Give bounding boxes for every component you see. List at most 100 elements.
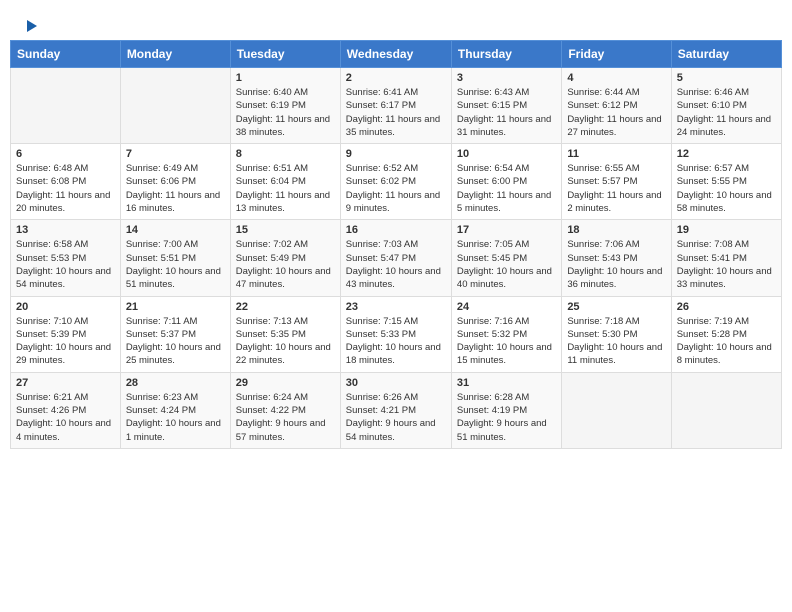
day-number: 15 — [236, 224, 335, 236]
calendar-cell: 2 Sunrise: 6:41 AMSunset: 6:17 PMDayligh… — [340, 68, 451, 144]
calendar-cell: 21 Sunrise: 7:11 AMSunset: 5:37 PMDaylig… — [120, 296, 230, 372]
day-number: 23 — [346, 301, 446, 313]
calendar-cell: 7 Sunrise: 6:49 AMSunset: 6:06 PMDayligh… — [120, 144, 230, 220]
day-number: 3 — [457, 72, 556, 84]
day-number: 19 — [677, 224, 776, 236]
calendar-cell: 8 Sunrise: 6:51 AMSunset: 6:04 PMDayligh… — [230, 144, 340, 220]
day-number: 29 — [236, 377, 335, 389]
day-info: Sunrise: 7:19 AMSunset: 5:28 PMDaylight:… — [677, 315, 776, 368]
day-info: Sunrise: 6:48 AMSunset: 6:08 PMDaylight:… — [16, 162, 115, 215]
day-number: 24 — [457, 301, 556, 313]
calendar-cell: 31 Sunrise: 6:28 AMSunset: 4:19 PMDaylig… — [451, 372, 561, 448]
day-number: 2 — [346, 72, 446, 84]
day-number: 26 — [677, 301, 776, 313]
day-info: Sunrise: 7:15 AMSunset: 5:33 PMDaylight:… — [346, 315, 446, 368]
day-info: Sunrise: 6:40 AMSunset: 6:19 PMDaylight:… — [236, 86, 335, 139]
day-info: Sunrise: 6:23 AMSunset: 4:24 PMDaylight:… — [126, 391, 225, 444]
day-info: Sunrise: 7:13 AMSunset: 5:35 PMDaylight:… — [236, 315, 335, 368]
day-info: Sunrise: 7:02 AMSunset: 5:49 PMDaylight:… — [236, 238, 335, 291]
day-info: Sunrise: 7:08 AMSunset: 5:41 PMDaylight:… — [677, 238, 776, 291]
day-info: Sunrise: 6:41 AMSunset: 6:17 PMDaylight:… — [346, 86, 446, 139]
day-number: 18 — [567, 224, 665, 236]
page-header — [0, 0, 792, 40]
calendar-week-3: 13 Sunrise: 6:58 AMSunset: 5:53 PMDaylig… — [11, 220, 782, 296]
day-number: 5 — [677, 72, 776, 84]
calendar-cell: 5 Sunrise: 6:46 AMSunset: 6:10 PMDayligh… — [671, 68, 781, 144]
day-number: 28 — [126, 377, 225, 389]
day-info: Sunrise: 7:10 AMSunset: 5:39 PMDaylight:… — [16, 315, 115, 368]
calendar-cell: 11 Sunrise: 6:55 AMSunset: 5:57 PMDaylig… — [562, 144, 671, 220]
day-info: Sunrise: 6:55 AMSunset: 5:57 PMDaylight:… — [567, 162, 665, 215]
day-info: Sunrise: 7:18 AMSunset: 5:30 PMDaylight:… — [567, 315, 665, 368]
calendar-cell: 30 Sunrise: 6:26 AMSunset: 4:21 PMDaylig… — [340, 372, 451, 448]
day-number: 13 — [16, 224, 115, 236]
calendar-cell: 25 Sunrise: 7:18 AMSunset: 5:30 PMDaylig… — [562, 296, 671, 372]
day-info: Sunrise: 6:51 AMSunset: 6:04 PMDaylight:… — [236, 162, 335, 215]
calendar-cell: 14 Sunrise: 7:00 AMSunset: 5:51 PMDaylig… — [120, 220, 230, 296]
day-number: 4 — [567, 72, 665, 84]
day-info: Sunrise: 7:03 AMSunset: 5:47 PMDaylight:… — [346, 238, 446, 291]
calendar-cell: 1 Sunrise: 6:40 AMSunset: 6:19 PMDayligh… — [230, 68, 340, 144]
calendar-wrap: SundayMondayTuesdayWednesdayThursdayFrid… — [0, 40, 792, 459]
day-info: Sunrise: 6:26 AMSunset: 4:21 PMDaylight:… — [346, 391, 446, 444]
logo-arrow-icon — [27, 20, 37, 32]
calendar-cell: 4 Sunrise: 6:44 AMSunset: 6:12 PMDayligh… — [562, 68, 671, 144]
weekday-header-friday: Friday — [562, 41, 671, 68]
day-info: Sunrise: 7:16 AMSunset: 5:32 PMDaylight:… — [457, 315, 556, 368]
calendar-cell: 3 Sunrise: 6:43 AMSunset: 6:15 PMDayligh… — [451, 68, 561, 144]
day-number: 10 — [457, 148, 556, 160]
calendar-cell: 19 Sunrise: 7:08 AMSunset: 5:41 PMDaylig… — [671, 220, 781, 296]
calendar-cell — [562, 372, 671, 448]
day-number: 9 — [346, 148, 446, 160]
weekday-header-monday: Monday — [120, 41, 230, 68]
day-number: 27 — [16, 377, 115, 389]
logo — [24, 18, 37, 32]
calendar-cell: 22 Sunrise: 7:13 AMSunset: 5:35 PMDaylig… — [230, 296, 340, 372]
calendar-cell: 17 Sunrise: 7:05 AMSunset: 5:45 PMDaylig… — [451, 220, 561, 296]
day-number: 16 — [346, 224, 446, 236]
day-number: 12 — [677, 148, 776, 160]
day-number: 17 — [457, 224, 556, 236]
calendar-cell: 18 Sunrise: 7:06 AMSunset: 5:43 PMDaylig… — [562, 220, 671, 296]
calendar-cell: 24 Sunrise: 7:16 AMSunset: 5:32 PMDaylig… — [451, 296, 561, 372]
day-info: Sunrise: 6:54 AMSunset: 6:00 PMDaylight:… — [457, 162, 556, 215]
calendar-cell: 12 Sunrise: 6:57 AMSunset: 5:55 PMDaylig… — [671, 144, 781, 220]
calendar-table: SundayMondayTuesdayWednesdayThursdayFrid… — [10, 40, 782, 449]
calendar-cell: 15 Sunrise: 7:02 AMSunset: 5:49 PMDaylig… — [230, 220, 340, 296]
day-number: 14 — [126, 224, 225, 236]
day-number: 11 — [567, 148, 665, 160]
calendar-cell — [11, 68, 121, 144]
calendar-cell: 9 Sunrise: 6:52 AMSunset: 6:02 PMDayligh… — [340, 144, 451, 220]
calendar-cell: 16 Sunrise: 7:03 AMSunset: 5:47 PMDaylig… — [340, 220, 451, 296]
calendar-cell: 28 Sunrise: 6:23 AMSunset: 4:24 PMDaylig… — [120, 372, 230, 448]
calendar-week-1: 1 Sunrise: 6:40 AMSunset: 6:19 PMDayligh… — [11, 68, 782, 144]
day-info: Sunrise: 6:58 AMSunset: 5:53 PMDaylight:… — [16, 238, 115, 291]
day-number: 6 — [16, 148, 115, 160]
day-info: Sunrise: 6:46 AMSunset: 6:10 PMDaylight:… — [677, 86, 776, 139]
day-number: 8 — [236, 148, 335, 160]
calendar-cell: 13 Sunrise: 6:58 AMSunset: 5:53 PMDaylig… — [11, 220, 121, 296]
calendar-cell: 20 Sunrise: 7:10 AMSunset: 5:39 PMDaylig… — [11, 296, 121, 372]
calendar-week-2: 6 Sunrise: 6:48 AMSunset: 6:08 PMDayligh… — [11, 144, 782, 220]
day-info: Sunrise: 7:05 AMSunset: 5:45 PMDaylight:… — [457, 238, 556, 291]
day-number: 31 — [457, 377, 556, 389]
calendar-week-5: 27 Sunrise: 6:21 AMSunset: 4:26 PMDaylig… — [11, 372, 782, 448]
weekday-header-saturday: Saturday — [671, 41, 781, 68]
day-number: 22 — [236, 301, 335, 313]
day-info: Sunrise: 6:24 AMSunset: 4:22 PMDaylight:… — [236, 391, 335, 444]
calendar-week-4: 20 Sunrise: 7:10 AMSunset: 5:39 PMDaylig… — [11, 296, 782, 372]
day-number: 30 — [346, 377, 446, 389]
day-number: 1 — [236, 72, 335, 84]
calendar-cell: 6 Sunrise: 6:48 AMSunset: 6:08 PMDayligh… — [11, 144, 121, 220]
day-number: 21 — [126, 301, 225, 313]
calendar-cell: 26 Sunrise: 7:19 AMSunset: 5:28 PMDaylig… — [671, 296, 781, 372]
day-number: 25 — [567, 301, 665, 313]
day-info: Sunrise: 6:44 AMSunset: 6:12 PMDaylight:… — [567, 86, 665, 139]
day-info: Sunrise: 6:21 AMSunset: 4:26 PMDaylight:… — [16, 391, 115, 444]
calendar-cell: 10 Sunrise: 6:54 AMSunset: 6:00 PMDaylig… — [451, 144, 561, 220]
day-info: Sunrise: 6:43 AMSunset: 6:15 PMDaylight:… — [457, 86, 556, 139]
day-info: Sunrise: 6:57 AMSunset: 5:55 PMDaylight:… — [677, 162, 776, 215]
day-info: Sunrise: 6:49 AMSunset: 6:06 PMDaylight:… — [126, 162, 225, 215]
weekday-header-wednesday: Wednesday — [340, 41, 451, 68]
calendar-cell: 23 Sunrise: 7:15 AMSunset: 5:33 PMDaylig… — [340, 296, 451, 372]
